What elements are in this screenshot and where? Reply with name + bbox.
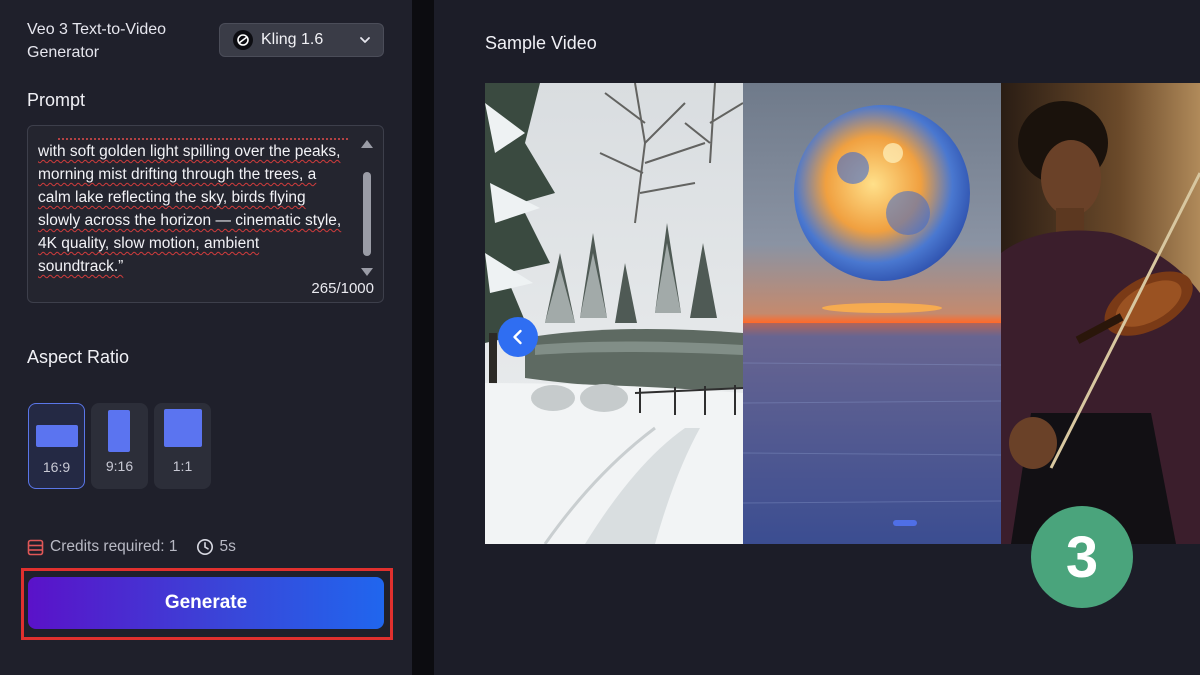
chevron-left-icon [513,329,522,345]
prompt-overflow-line [58,132,348,140]
aspect-option-9-16[interactable]: 9:16 [91,403,148,489]
prompt-label: Prompt [27,90,86,110]
model-select-value: Kling 1.6 [261,31,324,48]
step-number-badge: 3 [1031,506,1133,608]
sample-slide-violinist[interactable] [1001,83,1200,544]
sample-video-title: Sample Video [485,33,597,53]
settings-panel: Veo 3 Text-to-Video Generator Kling 1.6 … [0,0,412,675]
credits-text: Credits required: 1 [50,538,178,555]
square-ratio-icon [164,409,202,447]
aspect-option-label: 1:1 [172,458,193,474]
sample-slide-moon-over-sea[interactable] [743,83,1001,544]
char-count: 265/1000 [311,280,374,297]
scroll-down-arrow-icon[interactable] [361,268,373,276]
duration-info: 5s [196,538,236,556]
prompt-text: with soft golden light spilling over the… [38,143,342,275]
sample-video-carousel[interactable] [485,83,1200,544]
prompt-scrollbar[interactable] [361,140,373,276]
scrollbar-thumb[interactable] [363,172,371,256]
landscape-ratio-icon [36,425,78,447]
duration-text: 5s [219,538,236,555]
prompt-textarea[interactable]: with soft golden light spilling over the… [27,125,384,303]
aspect-option-label: 9:16 [105,458,134,474]
generate-button[interactable]: Generate [28,577,384,629]
aspect-option-1-1[interactable]: 1:1 [154,403,211,489]
model-select[interactable]: Kling 1.6 [219,23,384,57]
credits-info: Credits required: 1 5s [27,537,236,557]
tool-title: Veo 3 Text-to-Video Generator [27,21,167,61]
scroll-up-arrow-icon[interactable] [361,140,373,148]
carousel-prev-button[interactable] [498,317,538,357]
aspect-option-label: 16:9 [42,459,71,475]
kling-logo-icon [233,30,253,50]
clock-icon [196,539,213,555]
panel-divider [412,0,434,675]
carousel-page-indicator[interactable] [893,520,917,526]
aspect-option-16-9[interactable]: 16:9 [28,403,85,489]
credits-card-icon [27,539,44,555]
chevron-down-icon [360,37,370,43]
sample-slide-snowy-landscape[interactable] [485,83,743,544]
aspect-ratio-label: Aspect Ratio [27,347,130,367]
portrait-ratio-icon [108,410,130,452]
